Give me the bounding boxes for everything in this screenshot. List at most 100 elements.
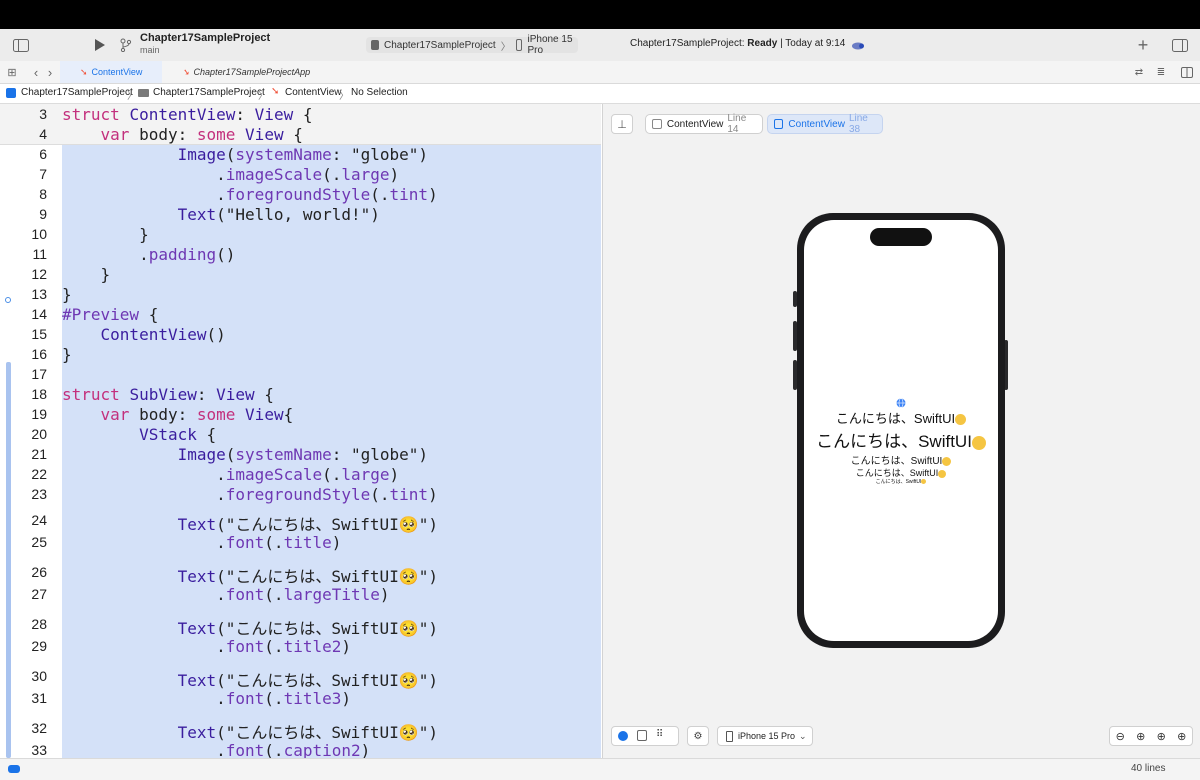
zoom-actual-icon[interactable]: ⊕ [1177, 730, 1186, 743]
preview-window-icon [774, 119, 784, 129]
code-line[interactable]: 30 Text("こんにちは、SwiftUI🥺") [0, 667, 601, 690]
code-line[interactable]: 26 Text("こんにちは、SwiftUI🥺") [0, 563, 601, 586]
variants-grid-icon[interactable]: ⠿ [656, 729, 663, 740]
build-status: Chapter17SampleProject: Ready | Today at… [630, 38, 845, 49]
code-line[interactable]: 10 } [0, 225, 601, 245]
code-line[interactable]: 8 .foregroundStyle(.tint) [0, 185, 601, 205]
device-settings-icon[interactable]: ⚙ [687, 726, 709, 746]
add-plus-icon[interactable]: + [1134, 35, 1152, 55]
code-editor[interactable]: 3 struct ContentView: View {4 var body: s… [0, 104, 601, 758]
code-text: Text("Hello, world!") [177, 205, 380, 224]
inspector-toggle-icon[interactable] [1170, 36, 1190, 54]
code-line[interactable]: 13} [0, 285, 601, 305]
code-line[interactable]: 6 Image(systemName: "globe") [0, 145, 601, 165]
preview-text-largetitle: こんにちは、SwiftUI [804, 427, 998, 452]
forward-chevron-icon[interactable]: › [44, 64, 56, 80]
device-menu-label: iPhone 15 Pro [738, 731, 796, 741]
destination-label[interactable]: iPhone 15 Pro [527, 34, 578, 56]
code-line[interactable]: 15 ContentView() [0, 325, 601, 345]
cloud-status-icon[interactable] [850, 37, 866, 53]
code-line[interactable]: 32 Text("こんにちは、SwiftUI🥺") [0, 719, 601, 742]
breadcrumb-project[interactable]: Chapter17SampleProject [21, 87, 133, 98]
live-preview-icon[interactable] [618, 731, 628, 741]
zoom-controls: ⊖ ⊕ ⊕ ⊕ [1109, 726, 1193, 746]
run-play-icon[interactable] [92, 36, 108, 54]
iphone-device-frame: こんにちは、SwiftUI こんにちは、SwiftUI こんにちは、SwiftU… [797, 213, 1005, 648]
scheme-destination-selector[interactable]: Chapter17SampleProject 〉 iPhone 15 Pro [366, 34, 578, 56]
back-chevron-icon[interactable]: ‹ [30, 64, 42, 80]
status-time: | Today at 9:14 [780, 38, 846, 49]
code-line[interactable]: 7 .imageScale(.large) [0, 165, 601, 185]
status-bar: 40 lines [0, 758, 1200, 780]
code-line[interactable]: 12 } [0, 265, 601, 285]
preview-pill-line14[interactable]: ContentView Line 14 [645, 113, 763, 135]
code-line[interactable]: 4 var body: some View { [0, 125, 601, 145]
swift-file-icon: ➘ [271, 86, 280, 97]
code-line[interactable]: 23 .foregroundStyle(.tint) [0, 485, 601, 505]
swap-arrows-icon[interactable]: ⇄ [1132, 64, 1146, 80]
code-line[interactable]: 16} [0, 345, 601, 365]
preview-text-title: こんにちは、SwiftUI [804, 408, 998, 427]
code-line[interactable]: 29 .font(.title2) [0, 637, 601, 657]
breadcrumb-file[interactable]: ContentView [285, 87, 342, 98]
device-menu[interactable]: iPhone 15 Pro ⌄ [717, 726, 813, 746]
code-line[interactable]: 17 [0, 365, 601, 385]
status-state: Ready [747, 38, 778, 49]
code-line[interactable]: 21 Image(systemName: "globe") [0, 445, 601, 465]
line-number: 14 [31, 306, 47, 322]
line-number: 16 [31, 346, 47, 362]
zoom-fit-icon[interactable]: ⊕ [1157, 730, 1166, 743]
scheme-label[interactable]: Chapter17SampleProject [384, 40, 496, 51]
line-number: 3 [39, 106, 47, 122]
code-line[interactable]: 31 .font(.title3) [0, 689, 601, 709]
iphone-screen[interactable]: こんにちは、SwiftUI こんにちは、SwiftUI こんにちは、SwiftU… [804, 220, 998, 641]
pill-name: ContentView [666, 118, 724, 130]
grid-icon[interactable]: ⊞ [5, 64, 19, 80]
line-number: 19 [31, 406, 47, 422]
code-line[interactable]: 19 var body: some View{ [0, 405, 601, 425]
zoom-out-icon[interactable]: ⊖ [1116, 730, 1125, 743]
code-line[interactable]: 22 .imageScale(.large) [0, 465, 601, 485]
status-project: Chapter17SampleProject: [630, 38, 745, 49]
pin-icon[interactable]: ⊥ [611, 114, 633, 134]
code-line[interactable]: 11 .padding() [0, 245, 601, 265]
line-number: 8 [39, 186, 47, 202]
code-line[interactable]: 3 struct ContentView: View { [0, 105, 601, 125]
branch-icon [118, 36, 134, 54]
zoom-in-icon[interactable]: ⊕ [1136, 730, 1145, 743]
code-line[interactable]: 9 Text("Hello, world!") [0, 205, 601, 225]
code-line[interactable]: 28 Text("こんにちは、SwiftUI🥺") [0, 615, 601, 638]
code-line[interactable]: 27 .font(.largeTitle) [0, 585, 601, 605]
code-text: ContentView() [100, 325, 226, 344]
code-line[interactable]: 18 struct SubView: View { [0, 385, 601, 405]
line-number: 17 [31, 366, 47, 382]
code-text: .font(.title) [62, 533, 342, 552]
line-number: 11 [32, 246, 47, 262]
console-toggle-icon[interactable] [8, 765, 20, 773]
split-editor-icon[interactable] [1180, 64, 1194, 80]
line-number: 9 [39, 206, 47, 222]
breadcrumb-selection[interactable]: No Selection [351, 87, 408, 98]
code-line[interactable]: 25 .font(.title) [0, 533, 601, 553]
code-line[interactable]: 33 .font(.caption2) [0, 741, 601, 758]
editor-options-icon[interactable]: ≣ [1152, 64, 1170, 80]
line-number: 29 [31, 638, 47, 654]
branch-name: main [140, 45, 160, 55]
app-scheme-icon [371, 40, 379, 50]
code-line[interactable]: 24 Text("こんにちは、SwiftUI🥺") [0, 511, 601, 534]
pleading-face-icon [921, 479, 927, 485]
breadcrumb-folder[interactable]: Chapter17SampleProject [153, 87, 265, 98]
selectable-mode-icon[interactable] [637, 730, 647, 741]
preview-pill-line38[interactable]: ContentView Line 38 [767, 113, 883, 135]
project-name[interactable]: Chapter17SampleProject [140, 32, 270, 44]
tab-app[interactable]: ➘ Chapter17SampleProjectApp [162, 61, 332, 83]
line-number: 21 [31, 446, 47, 462]
code-text: } [62, 225, 149, 244]
tab-contentview[interactable]: ➘ ContentView [60, 61, 162, 83]
preview-text-caption2-label: こんにちは、SwiftUI [875, 479, 922, 485]
sidebar-toggle-icon[interactable] [10, 36, 32, 54]
code-line[interactable]: 20 VStack { [0, 425, 601, 445]
code-text: .font(.title2) [62, 637, 351, 656]
line-number: 23 [31, 486, 47, 502]
code-line[interactable]: 14 #Preview { [0, 305, 601, 325]
